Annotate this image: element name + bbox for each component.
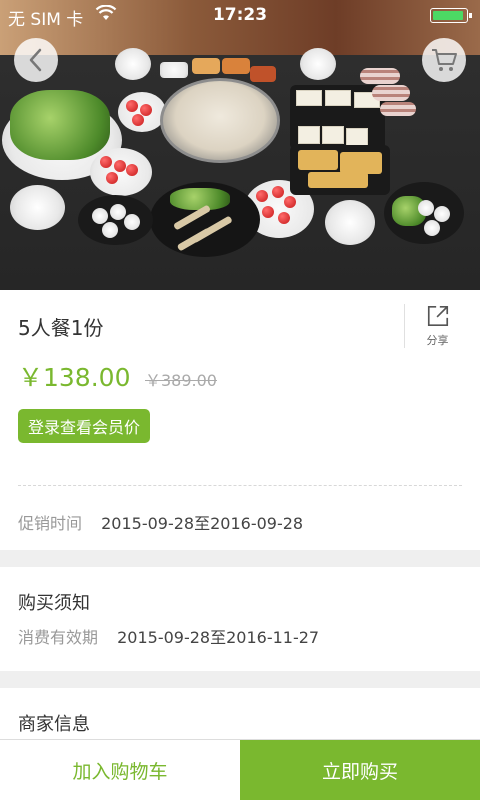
purchase-notes-heading: 购买须知	[18, 593, 90, 614]
validity-label: 消费有效期	[18, 628, 99, 647]
clock: 17:23	[212, 5, 268, 25]
product-info-card: 5人餐1份 分享 ￥138.00 ￥389.00 登录查看会员价 促销时间 20…	[0, 290, 480, 550]
battery-icon	[430, 8, 472, 23]
photo-cup	[115, 48, 151, 80]
photo-sauce	[192, 58, 220, 74]
photo-greens	[10, 90, 110, 160]
photo-hotpot	[160, 78, 280, 163]
promo-period-row: 促销时间 2015-09-28至2016-09-28	[18, 510, 303, 534]
shopping-cart-icon	[432, 49, 457, 71]
member-price-login-button[interactable]: 登录查看会员价	[18, 409, 151, 443]
purchase-notes-section: 购买须知 消费有效期 2015-09-28至2016-11-27	[0, 567, 480, 671]
add-to-cart-button[interactable]: 加入购物车	[0, 740, 240, 800]
original-price: ￥389.00	[145, 371, 217, 390]
current-price: ￥138.00	[18, 363, 131, 392]
product-title: 5人餐1份	[18, 316, 104, 340]
promo-period: 2015-09-28至2016-09-28	[101, 514, 304, 533]
photo-sauce	[160, 62, 188, 78]
dashed-divider	[18, 485, 462, 486]
photo-bowl	[78, 195, 153, 245]
photo-sauce	[222, 58, 250, 74]
validity-row: 消费有效期 2015-09-28至2016-11-27	[18, 624, 319, 648]
promo-label: 促销时间	[18, 514, 83, 533]
photo-sauce	[250, 66, 276, 82]
back-button[interactable]	[14, 38, 58, 82]
photo-cup	[300, 48, 336, 80]
validity-period: 2015-09-28至2016-11-27	[117, 628, 320, 647]
merchant-info-heading: 商家信息	[18, 714, 90, 735]
photo-plate	[90, 148, 152, 196]
photo-cup	[325, 200, 375, 245]
buy-now-button[interactable]: 立即购买	[240, 740, 480, 800]
bottom-action-bar: 加入购物车 立即购买	[0, 739, 480, 800]
share-label: 分享	[426, 334, 449, 347]
share-external-icon	[427, 305, 448, 327]
photo-cup	[10, 185, 65, 230]
share-button[interactable]: 分享	[404, 304, 462, 348]
status-bar: 无 SIM 卡 17:23	[0, 0, 480, 30]
cart-button[interactable]	[422, 38, 466, 82]
product-photo	[0, 0, 480, 290]
chevron-left-icon	[29, 48, 42, 72]
